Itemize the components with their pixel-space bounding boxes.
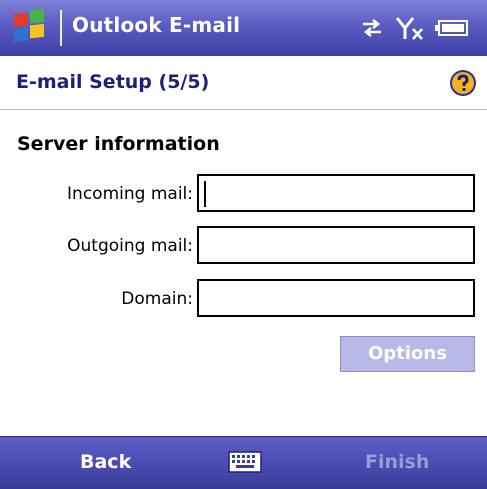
domain-row: Domain: — [0, 279, 487, 319]
incoming-mail-label: Incoming mail: — [67, 184, 193, 204]
domain-field[interactable] — [197, 279, 475, 317]
status-icons — [359, 12, 469, 44]
outgoing-mail-field[interactable] — [197, 226, 475, 264]
keyboard-icon[interactable] — [228, 449, 262, 475]
title-separator — [60, 10, 62, 46]
connectivity-icon[interactable] — [359, 16, 385, 40]
text-caret — [204, 181, 206, 207]
section-title: Server information — [17, 133, 220, 155]
start-menu-icon[interactable] — [6, 8, 54, 48]
domain-label: Domain: — [121, 289, 193, 309]
incoming-mail-row: Incoming mail: — [0, 174, 487, 214]
signal-off-icon[interactable] — [395, 15, 425, 41]
page-header: E-mail Setup (5/5) — [0, 56, 487, 110]
incoming-mail-field[interactable] — [197, 174, 475, 212]
battery-icon[interactable] — [435, 19, 469, 37]
options-button[interactable]: Options — [340, 336, 475, 372]
app-title: Outlook E-mail — [72, 13, 241, 37]
title-bar: Outlook E-mail — [0, 0, 487, 56]
outgoing-mail-row: Outgoing mail: — [0, 226, 487, 266]
finish-softkey[interactable]: Finish — [365, 451, 429, 473]
menu-bar: Back Finish — [0, 436, 487, 489]
page-title: E-mail Setup (5/5) — [16, 71, 210, 93]
help-icon[interactable] — [449, 69, 477, 97]
back-softkey[interactable]: Back — [80, 451, 131, 473]
outgoing-mail-label: Outgoing mail: — [67, 236, 193, 256]
